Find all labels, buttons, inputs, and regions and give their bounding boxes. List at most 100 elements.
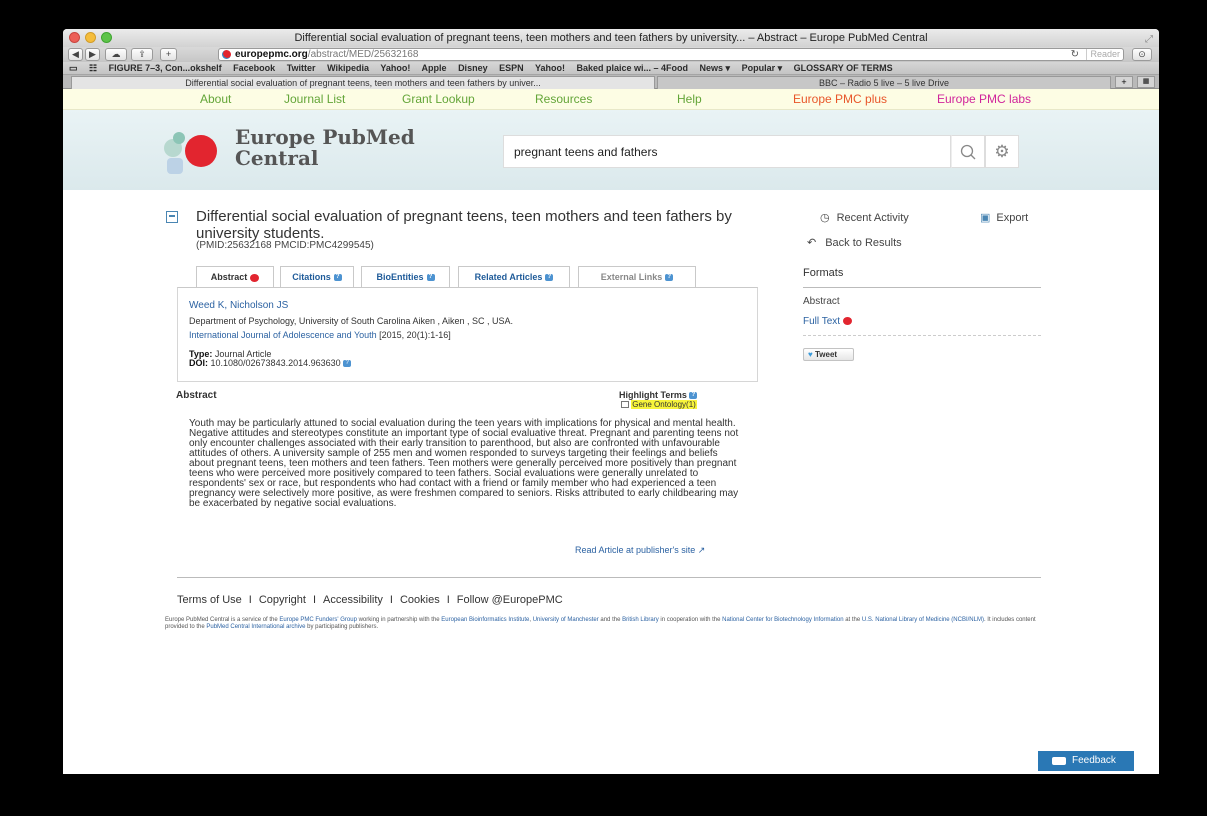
new-tab-button[interactable]: + [160,48,177,61]
doi-value[interactable]: 10.1080/02673843.2014.963630 [208,358,341,368]
footer-text: at the [843,617,862,623]
reader-button[interactable]: Reader [1086,49,1120,60]
footer-link[interactable]: British Library [622,617,659,623]
format-full-text-link[interactable]: Full Text [803,316,852,327]
full-text-label: Full Text [803,316,841,327]
nav-resources[interactable]: Resources [535,92,592,106]
nav-pmc-labs[interactable]: Europe PMC labs [937,92,1031,106]
nav-help[interactable]: Help [677,92,702,106]
gear-icon[interactable]: ⚙ [985,135,1019,168]
footer-terms-link[interactable]: Terms of Use [177,594,242,606]
cloud-icon[interactable]: ☁ [105,48,127,61]
bookmark-item[interactable]: Yahoo! [535,63,565,73]
address-bar[interactable]: europepmc.org/abstract/MED/25632168 ↻ Re… [218,48,1124,61]
bookmark-item[interactable]: Yahoo! [380,63,410,73]
tab-bioentities[interactable]: BioEntities? [361,266,450,288]
footer-link[interactable]: PubMed Central International archive [206,624,305,630]
nav-about[interactable]: About [200,92,231,106]
close-window-button[interactable] [69,32,80,43]
footer-link[interactable]: National Center for Biotechnology Inform… [722,617,843,623]
tab-related-articles[interactable]: Related Articles? [458,266,570,288]
back-to-results-link[interactable]: ↶ Back to Results [807,236,902,249]
footer-link[interactable]: Europe PMC Funders' Group [279,617,357,623]
help-icon: ? [665,274,674,282]
browser-tab-active[interactable]: Differential social evaluation of pregna… [71,76,655,89]
external-link-icon: ↗ [697,545,706,555]
bookmark-item[interactable]: Popular ▾ [742,63,783,73]
bookmark-item[interactable]: Twitter [287,63,316,73]
tab-external-links[interactable]: External Links? [578,266,696,288]
feedback-button[interactable]: Feedback [1038,751,1134,771]
bookmark-item[interactable]: Apple [422,63,447,73]
browser-tab[interactable]: BBC – Radio 5 live – 5 live Drive [657,76,1111,89]
gene-ontology-checkbox[interactable] [621,401,629,409]
article-ids: (PMID:25632168 PMCID:PMC4299545) [196,240,374,251]
nav-grant-lookup[interactable]: Grant Lookup [402,92,475,106]
minimize-window-button[interactable] [85,32,96,43]
footer-follow-link[interactable]: Follow @EuropePMC [457,594,563,606]
browser-window: Differential social evaluation of pregna… [63,29,1159,774]
search-button[interactable] [951,135,985,168]
separator: I [312,594,316,606]
separator: I [248,594,252,606]
article-journal: International Journal of Adolescence and… [189,330,451,340]
logo-line-2: Central [235,146,319,170]
feedback-label: Feedback [1072,755,1116,766]
read-article-link[interactable]: Read Article at publisher's site ↗ [575,545,705,556]
doi-label: DOI: [189,358,208,368]
footer-text: working in partnership with the [356,617,442,623]
reload-icon[interactable]: ↻ [1071,49,1079,60]
tweet-button[interactable]: ♥ Tweet [803,348,854,361]
help-icon[interactable]: ? [689,392,698,400]
add-tab-icon[interactable]: + [1115,76,1133,88]
footer-link[interactable]: European Bioinformatics Institute [441,617,529,623]
tab-overview-icon[interactable]: ▦ [1137,76,1155,88]
bookmark-item[interactable]: News ▾ [700,63,731,73]
downloads-icon[interactable]: ⊙ [1132,48,1152,61]
open-access-icon [250,273,260,282]
tab-abstract[interactable]: Abstract [196,266,274,288]
footer-link[interactable]: University of Manchester [533,617,599,623]
footer-text: in cooperation with the [658,617,723,623]
clock-icon: ◷ [820,212,830,224]
bookmark-item[interactable]: Disney [458,63,488,73]
journal-link[interactable]: International Journal of Adolescence and… [189,330,377,340]
search-icon [960,144,976,160]
logo-line-1: Europe PubMed [235,125,415,149]
open-access-icon [842,317,852,326]
europe-pmc-logo-icon[interactable] [163,127,233,177]
tab-citations[interactable]: Citations? [280,266,354,288]
bookmark-item[interactable]: Baked plaice wi... – 4Food [576,63,688,73]
footer-accessibility-link[interactable]: Accessibility [323,594,383,606]
bookmark-item[interactable]: Facebook [233,63,275,73]
recent-activity-button[interactable]: ◷ Recent Activity [820,211,909,224]
footer-copyright-link[interactable]: Copyright [259,594,306,606]
back-arrow-icon: ↶ [807,237,817,249]
bookmark-item[interactable]: ESPN [499,63,524,73]
export-icon: ▣ [980,212,991,224]
back-nav-button[interactable]: ◀ [68,48,83,61]
back-label: Back to Results [825,237,902,249]
bookmark-item[interactable]: GLOSSARY OF TERMS [794,63,893,73]
footer-link[interactable]: U.S. National Library of Medicine (NCBI/… [862,617,984,623]
share-icon[interactable]: ⇪ [131,48,153,61]
nav-journal-list[interactable]: Journal List [284,92,345,106]
chat-icon [1052,757,1066,765]
nav-pmc-plus[interactable]: Europe PMC plus [793,92,887,106]
export-button[interactable]: ▣ Export [980,211,1028,224]
footer-cookies-link[interactable]: Cookies [400,594,440,606]
search-input[interactable]: pregnant teens and fathers [503,135,951,168]
bookmark-item[interactable]: FIGURE 7–3, Con...okshelf [109,63,222,73]
help-icon[interactable]: ? [343,360,352,368]
footer-text: by participating publishers. [305,624,379,630]
site-logo-text[interactable]: Europe PubMed Central [235,127,415,169]
forward-nav-button[interactable]: ▶ [85,48,100,61]
top-sites-icon[interactable]: ☷ [89,63,97,73]
reading-list-icon[interactable]: ▭ [69,63,78,73]
bookmark-item[interactable]: Wikipedia [327,63,369,73]
article-authors[interactable]: Weed K, Nicholson JS [189,300,288,311]
url-host: europepmc.org [235,49,308,60]
export-label: Export [996,212,1029,224]
zoom-window-button[interactable] [101,32,112,43]
footer-links: Terms of Use I Copyright I Accessibility I Coo… [177,594,563,606]
